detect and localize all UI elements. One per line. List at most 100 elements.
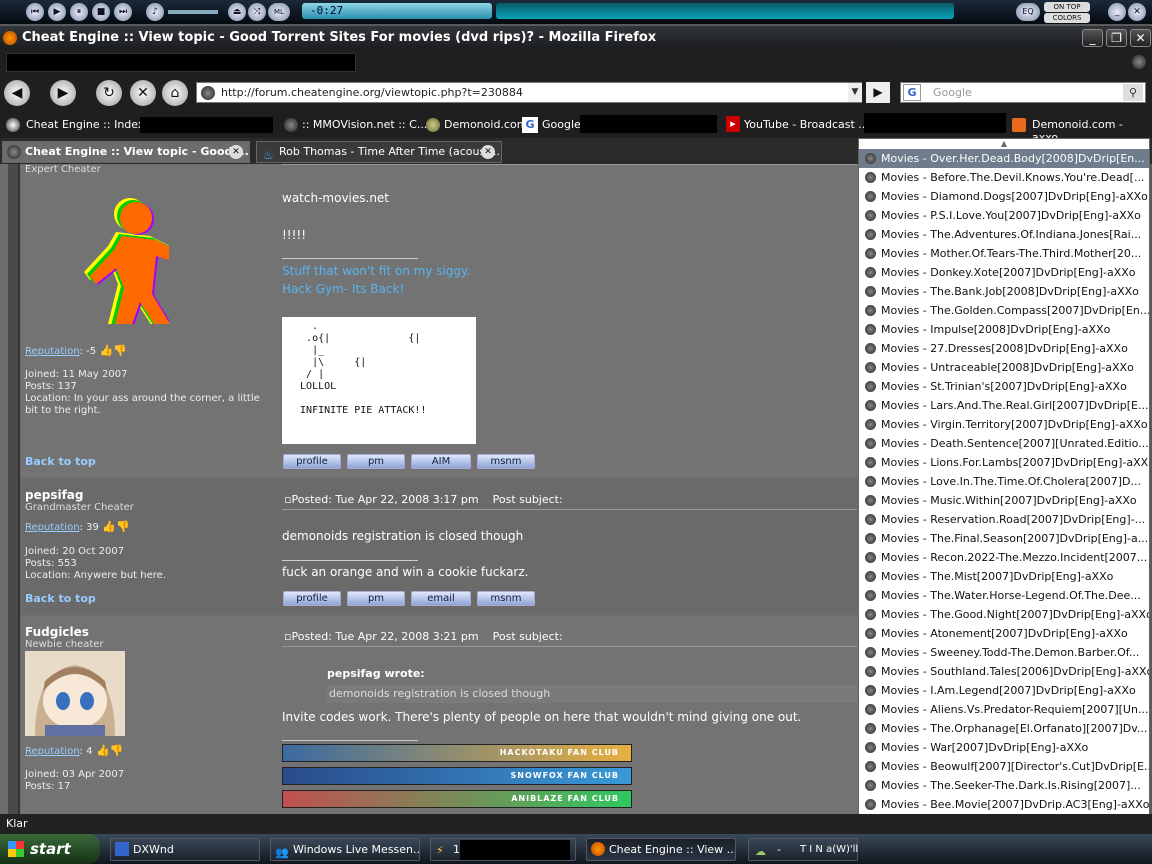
reload-icon[interactable]: ↻	[96, 80, 122, 106]
search-icon[interactable]: ⚲	[1123, 84, 1143, 101]
redacted-menu	[6, 53, 356, 72]
search-input[interactable]: G Google ⚲	[900, 82, 1146, 103]
dropdown-item[interactable]: Movies - Atonement[2007]DvDrip[Eng]-aXXo	[859, 624, 1149, 643]
close-tab-icon[interactable]: ✕	[481, 145, 495, 159]
go-icon[interactable]: ▶	[866, 82, 890, 103]
media-player-bar: ⏮ ▶ ⏸ ■ ⏭ ♪ ⏏ ⤨ ML -0:27 EQ ON TOP COLOR…	[0, 0, 1152, 24]
dropdown-item[interactable]: Movies - Diamond.Dogs[2007]DvDrip[Eng]-a…	[859, 187, 1149, 206]
dropdown-item[interactable]: Movies - P.S.I.Love.You[2007]DvDrip[Eng]…	[859, 206, 1149, 225]
aim-button[interactable]: AIM	[411, 454, 471, 469]
dropdown-item[interactable]: Movies - 27.Dresses[2008]DvDrip[Eng]-aXX…	[859, 339, 1149, 358]
dropdown-item[interactable]: Movies - Love.In.The.Time.Of.Cholera[200…	[859, 472, 1149, 491]
taskbar-messenger[interactable]: 👥 Windows Live Messen...	[270, 838, 420, 861]
email-button[interactable]: email	[411, 591, 471, 606]
bookmark-mmovision[interactable]: :: MMOVision.net :: C...	[302, 118, 427, 131]
pm-button[interactable]: pm	[347, 591, 405, 606]
volume-slider[interactable]	[168, 10, 218, 14]
pause-icon[interactable]: ⏸	[70, 3, 88, 21]
quote-author: pepsifag wrote:	[327, 667, 425, 680]
next-icon[interactable]: ⏭	[114, 3, 132, 21]
dropdown-item[interactable]: Movies - The.Orphanage[El.Orfanato][2007…	[859, 719, 1149, 738]
reputation-link[interactable]: Reputation	[25, 346, 80, 357]
dropdown-item[interactable]: Movies - Beowulf[2007][Director's.Cut]Dv…	[859, 757, 1149, 776]
dropdown-item[interactable]: Movies - Southland.Tales[2006]DvDrip[Eng…	[859, 662, 1149, 681]
dropdown-item[interactable]: Movies - Virgin.Territory[2007]DvDrip[En…	[859, 415, 1149, 434]
dropdown-item[interactable]: Movies - Sweeney.Todd-The.Demon.Barber.O…	[859, 643, 1149, 662]
dropdown-item[interactable]: Movies - War[2007]DvDrip[Eng]-aXXo	[859, 738, 1149, 757]
volume-icon[interactable]: ♪	[146, 3, 164, 21]
dropdown-item[interactable]: Movies - Donkey.Xote[2007]DvDrip[Eng]-aX…	[859, 263, 1149, 282]
dropdown-item[interactable]: Movies - The.Bank.Job[2008]DvDrip[Eng]-a…	[859, 282, 1149, 301]
dropdown-item[interactable]: Movies - The.Golden.Compass[2007]DvDrip[…	[859, 301, 1149, 320]
previous-icon[interactable]: ⏮	[26, 3, 44, 21]
dropdown-item[interactable]: Movies - The.Adventures.Of.Indiana.Jones…	[859, 225, 1149, 244]
dropdown-item[interactable]: Movies - Impulse[2008]DvDrip[Eng]-aXXo	[859, 320, 1149, 339]
post-count: Posts: 553	[25, 558, 77, 569]
tab-cheat-engine[interactable]: Cheat Engine :: View topic - Good ... ✕	[2, 141, 250, 163]
back-icon[interactable]: ◀	[4, 80, 30, 106]
taskbar-dxwnd[interactable]: DXWnd	[110, 838, 260, 861]
dropdown-item[interactable]: Movies - Aliens.Vs.Predator-Requiem[2007…	[859, 700, 1149, 719]
msnm-button[interactable]: msnm	[477, 591, 535, 606]
colors-button[interactable]: COLORS	[1044, 13, 1090, 23]
eq-button[interactable]: EQ	[1016, 3, 1040, 21]
minimize-button[interactable]: _	[1082, 29, 1103, 47]
scroll-up-icon[interactable]: ▲	[859, 139, 1149, 149]
ontop-button[interactable]: ON TOP	[1044, 2, 1090, 12]
dropdown-item[interactable]: Movies - The.Water.Horse-Legend.Of.The.D…	[859, 586, 1149, 605]
play-icon[interactable]: ▶	[48, 3, 66, 21]
signature-link-1[interactable]: Stuff that won't fit on my siggy.	[282, 264, 470, 278]
stop-load-icon[interactable]: ✕	[130, 80, 156, 106]
signature-link-2[interactable]: Hack Gym- Its Back!	[282, 282, 404, 296]
dropdown-item[interactable]: Movies - Death.Sentence[2007][Unrated.Ed…	[859, 434, 1149, 453]
back-to-top-link[interactable]: Back to top	[25, 455, 96, 468]
dropdown-item[interactable]: Movies - Before.The.Devil.Knows.You're.D…	[859, 168, 1149, 187]
tab-rob-thomas[interactable]: ♨ Rob Thomas - Time After Time (acoust..…	[256, 141, 502, 163]
dropdown-item[interactable]: Movies - The.Good.Night[2007]DvDrip[Eng]…	[859, 605, 1149, 624]
seek-waveform[interactable]	[496, 3, 954, 19]
dropdown-item[interactable]: Movies - Recon.2022-The.Mezzo.Incident[2…	[859, 548, 1149, 567]
dropdown-item[interactable]: Movies - Bee.Movie[2007]DvDrip.AC3[Eng]-…	[859, 795, 1149, 814]
dropdown-item[interactable]: Movies - The.Final.Season[2007]DvDrip[En…	[859, 529, 1149, 548]
minimize-player-icon[interactable]: _	[1108, 3, 1126, 21]
google-engine-icon[interactable]: G	[903, 84, 921, 101]
bookmark-google[interactable]: Google	[542, 118, 581, 131]
bookmark-demonoid[interactable]: Demonoid.com	[444, 118, 527, 131]
shuffle-icon[interactable]: ⤨	[248, 3, 266, 21]
url-dropdown-icon[interactable]: ▼	[848, 83, 862, 102]
start-button[interactable]: start	[0, 834, 100, 864]
joined-date: Joined: 20 Oct 2007	[25, 546, 125, 557]
dropdown-item[interactable]: Movies - I.Am.Legend[2007]DvDrip[Eng]-aX…	[859, 681, 1149, 700]
msnm-button[interactable]: msnm	[477, 454, 535, 469]
dropdown-item[interactable]: Movies - St.Trinian's[2007]DvDrip[Eng]-a…	[859, 377, 1149, 396]
dropdown-item[interactable]: Movies - Untraceable[2008]DvDrip[Eng]-aX…	[859, 358, 1149, 377]
eject-icon[interactable]: ⏏	[228, 3, 246, 21]
dropdown-item[interactable]: Movies - Mother.Of.Tears-The.Third.Mothe…	[859, 244, 1149, 263]
dropdown-item[interactable]: Movies - The.Seeker-The.Dark.Is.Rising[2…	[859, 776, 1149, 795]
window-titlebar: Cheat Engine :: View topic - Good Torren…	[0, 26, 1152, 50]
profile-button[interactable]: profile	[283, 454, 341, 469]
close-tab-icon[interactable]: ✕	[229, 145, 243, 159]
dropdown-item[interactable]: Movies - Music.Within[2007]DvDrip[Eng]-a…	[859, 491, 1149, 510]
close-button[interactable]: ✕	[1130, 29, 1151, 47]
dropdown-item[interactable]: Movies - The.Mist[2007]DvDrip[Eng]-aXXo	[859, 567, 1149, 586]
dropdown-item[interactable]: Movies - Reservation.Road[2007]DvDrip[En…	[859, 510, 1149, 529]
close-player-icon[interactable]: ✕	[1128, 3, 1146, 21]
back-to-top-link[interactable]: Back to top	[25, 592, 96, 605]
pm-button[interactable]: pm	[347, 454, 405, 469]
dropdown-item[interactable]: Movies - Lions.For.Lambs[2007]DvDrip[Eng…	[859, 453, 1149, 472]
dropdown-item[interactable]: Movies - Lars.And.The.Real.Girl[2007]DvD…	[859, 396, 1149, 415]
forward-icon[interactable]: ▶	[50, 80, 76, 106]
reputation-link[interactable]: Reputation	[25, 746, 80, 757]
bookmark-youtube[interactable]: YouTube - Broadcast ...	[744, 118, 869, 131]
bookmark-cheat-engine[interactable]: Cheat Engine :: Index	[26, 118, 144, 131]
taskbar-firefox[interactable]: Cheat Engine :: View ...	[586, 838, 736, 861]
ml-button[interactable]: ML	[268, 3, 290, 21]
maximize-button[interactable]: ❐	[1106, 29, 1127, 47]
url-bar[interactable]: http://forum.cheatengine.org/viewtopic.p…	[196, 82, 862, 103]
stop-icon[interactable]: ■	[92, 3, 110, 21]
reputation-link[interactable]: Reputation	[25, 522, 80, 533]
profile-button[interactable]: profile	[283, 591, 341, 606]
home-icon[interactable]: ⌂	[162, 80, 188, 106]
dropdown-item[interactable]: Movies - Over.Her.Dead.Body[2008]DvDrip[…	[859, 149, 1149, 168]
